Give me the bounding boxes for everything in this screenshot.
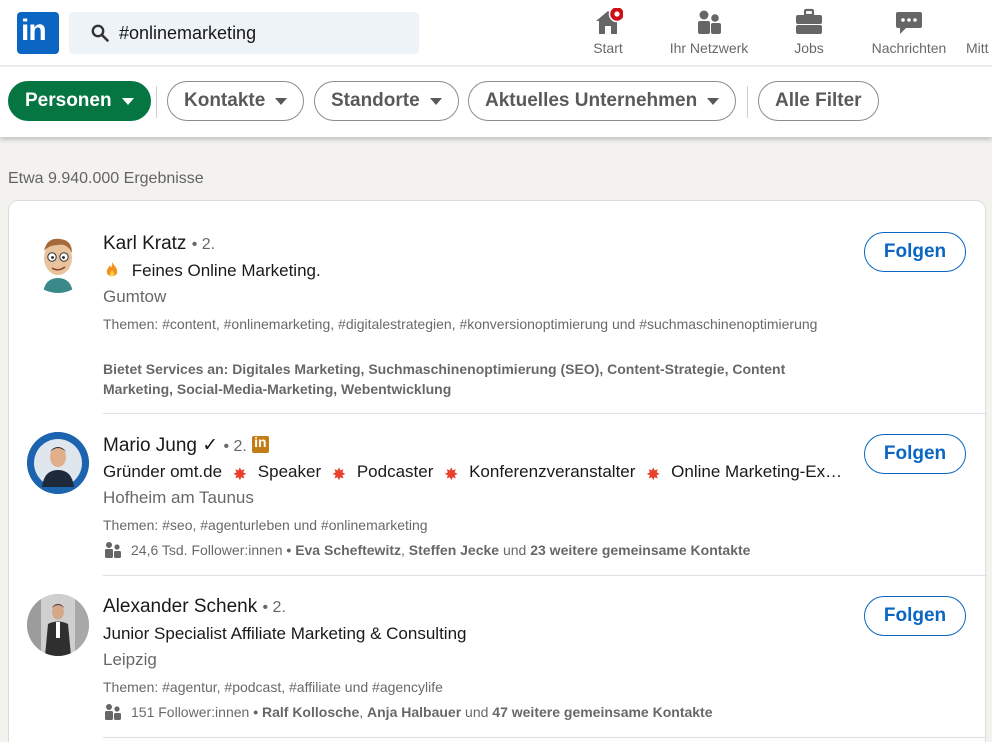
filter-personen[interactable]: Personen <box>8 81 151 121</box>
nav-messaging-label: Nachrichten <box>871 40 947 56</box>
avatar[interactable] <box>27 432 89 494</box>
collision-icon: ✸ <box>444 465 459 484</box>
connection-degree: • 2. <box>191 236 216 253</box>
nav-home-label: Start <box>593 40 623 56</box>
mutual-contact[interactable]: Eva Scheftewitz <box>295 542 401 558</box>
filter-personen-label: Personen <box>25 90 112 111</box>
linkedin-logo[interactable]: in <box>17 12 59 54</box>
messaging-icon <box>894 8 924 36</box>
result-name-line: Karl Kratz • 2. <box>103 233 215 255</box>
result-location: Gumtow <box>103 287 167 306</box>
result-name[interactable]: Karl Kratz <box>103 233 186 254</box>
nav-messaging[interactable]: Nachrichten <box>866 8 952 60</box>
network-icon <box>694 8 724 36</box>
nav-network[interactable]: Ihr Netzwerk <box>663 8 755 60</box>
filter-unternehmen-label: Aktuelles Unternehmen <box>485 90 698 111</box>
follow-button[interactable]: Folgen <box>864 434 966 474</box>
linkedin-premium-icon: in <box>252 434 270 453</box>
mutual-separator: , <box>401 542 405 558</box>
result-location: Leipzig <box>103 650 157 669</box>
connection-degree: • 2. <box>262 599 286 616</box>
mutual-more[interactable]: 47 weitere gemeinsame Kontakte <box>492 704 712 720</box>
search-icon <box>91 24 109 42</box>
search-input[interactable] <box>119 12 409 54</box>
result-name-line: Alexander Schenk • 2. <box>103 596 286 618</box>
mutual-and: und <box>465 704 489 720</box>
result-topics: Themen: #content, #onlinemarketing, #dig… <box>103 316 818 332</box>
search-box[interactable] <box>69 12 419 54</box>
filter-divider <box>156 86 157 118</box>
follow-button[interactable]: Folgen <box>864 232 966 272</box>
result-divider <box>103 737 987 738</box>
people-icon <box>105 542 121 558</box>
result-insights: 24,6 Tsd. Follower:innen • Eva Scheftewi… <box>103 540 823 560</box>
result-name[interactable]: Alexander Schenk <box>103 596 257 617</box>
briefcase-icon <box>794 8 824 36</box>
result-insights: 151 Follower:innen • Ralf Kollosche, Anj… <box>103 702 823 722</box>
result-name[interactable]: Mario Jung <box>103 435 197 456</box>
result-topics: Themen: #seo, #agenturleben und #onlinem… <box>103 517 428 533</box>
avatar[interactable] <box>27 231 89 293</box>
mutual-contact[interactable]: Anja Halbauer <box>367 704 461 720</box>
mutual-and: und <box>502 542 527 558</box>
result-headline: Gründer omt.de ✸ Speaker ✸ Podcaster ✸ K… <box>103 462 843 485</box>
headline-text: Feines Online Marketing. <box>131 261 321 280</box>
follower-count: 151 Follower:innen <box>131 704 250 720</box>
connection-degree: • 2. <box>223 438 247 455</box>
result-divider <box>103 413 987 414</box>
follower-count: 24,6 Tsd. Follower:innen <box>131 542 283 558</box>
top-navigation-bar: in Start Ihr Netzwerk <box>0 0 992 66</box>
chevron-down-icon <box>121 97 134 105</box>
result-name-line: Mario Jung ✓ • 2. in <box>103 434 270 457</box>
result-location: Hofheim am Taunus <box>103 488 254 507</box>
mutual-more[interactable]: 23 weitere gemeinsame Kontakte <box>530 542 750 558</box>
filter-divider <box>747 86 748 118</box>
filter-aktuelles-unternehmen[interactable]: Aktuelles Unternehmen <box>468 81 737 121</box>
fire-icon <box>106 262 118 277</box>
headline-part: Gründer omt.de <box>103 462 223 481</box>
verified-icon: ✓ <box>202 435 219 456</box>
people-icon <box>105 704 121 720</box>
avatar[interactable] <box>27 594 89 656</box>
result-topics: Themen: #agentur, #podcast, #affiliate u… <box>103 679 443 695</box>
result-headline: Junior Specialist Affiliate Marketing & … <box>103 624 467 643</box>
chevron-down-icon <box>429 97 442 105</box>
nav-notifications[interactable]: Mitt <box>966 8 992 60</box>
result-divider <box>103 575 987 576</box>
chevron-down-icon <box>275 97 288 105</box>
collision-icon: ✸ <box>232 465 248 484</box>
chevron-down-icon <box>707 97 720 105</box>
result-count: Etwa 9.940.000 Ergebnisse <box>8 170 204 187</box>
filter-kontakte[interactable]: Kontakte <box>167 81 305 121</box>
mutual-contact[interactable]: Ralf Kollosche <box>262 704 359 720</box>
headline-part: Online Marketing-Ex… <box>671 462 843 481</box>
home-icon <box>593 5 626 36</box>
filter-alle-filter[interactable]: Alle Filter <box>758 81 879 121</box>
nav-notifications-label: Mitt <box>966 40 989 56</box>
follow-button[interactable]: Folgen <box>864 596 966 636</box>
mutual-contact[interactable]: Steffen Jecke <box>409 542 499 558</box>
search-results-list: Karl Kratz • 2. Feines Online Marketing.… <box>8 200 987 742</box>
collision-icon: ✸ <box>331 465 347 484</box>
headline-part: Podcaster <box>356 462 434 481</box>
nav-home[interactable]: Start <box>578 5 638 60</box>
filter-standorte-label: Standorte <box>331 90 420 111</box>
nav-jobs-label: Jobs <box>794 40 824 56</box>
filter-kontakte-label: Kontakte <box>184 90 266 111</box>
filter-standorte[interactable]: Standorte <box>314 81 459 121</box>
result-headline: Feines Online Marketing. <box>103 261 843 281</box>
filter-alle-label: Alle Filter <box>775 90 862 111</box>
services-label: Bietet Services an: <box>103 361 229 377</box>
headline-part: Speaker <box>257 462 322 481</box>
result-services: Bietet Services an: Digitales Marketing,… <box>103 359 823 399</box>
search-filter-bar: Personen Kontakte Standorte Aktuelles Un… <box>0 67 992 137</box>
mutual-separator: , <box>359 704 364 720</box>
collision-icon: ✸ <box>646 465 661 484</box>
headline-part: Konferenzveranstalter <box>469 462 636 481</box>
nav-network-label: Ihr Netzwerk <box>669 40 749 56</box>
nav-jobs[interactable]: Jobs <box>783 8 835 60</box>
